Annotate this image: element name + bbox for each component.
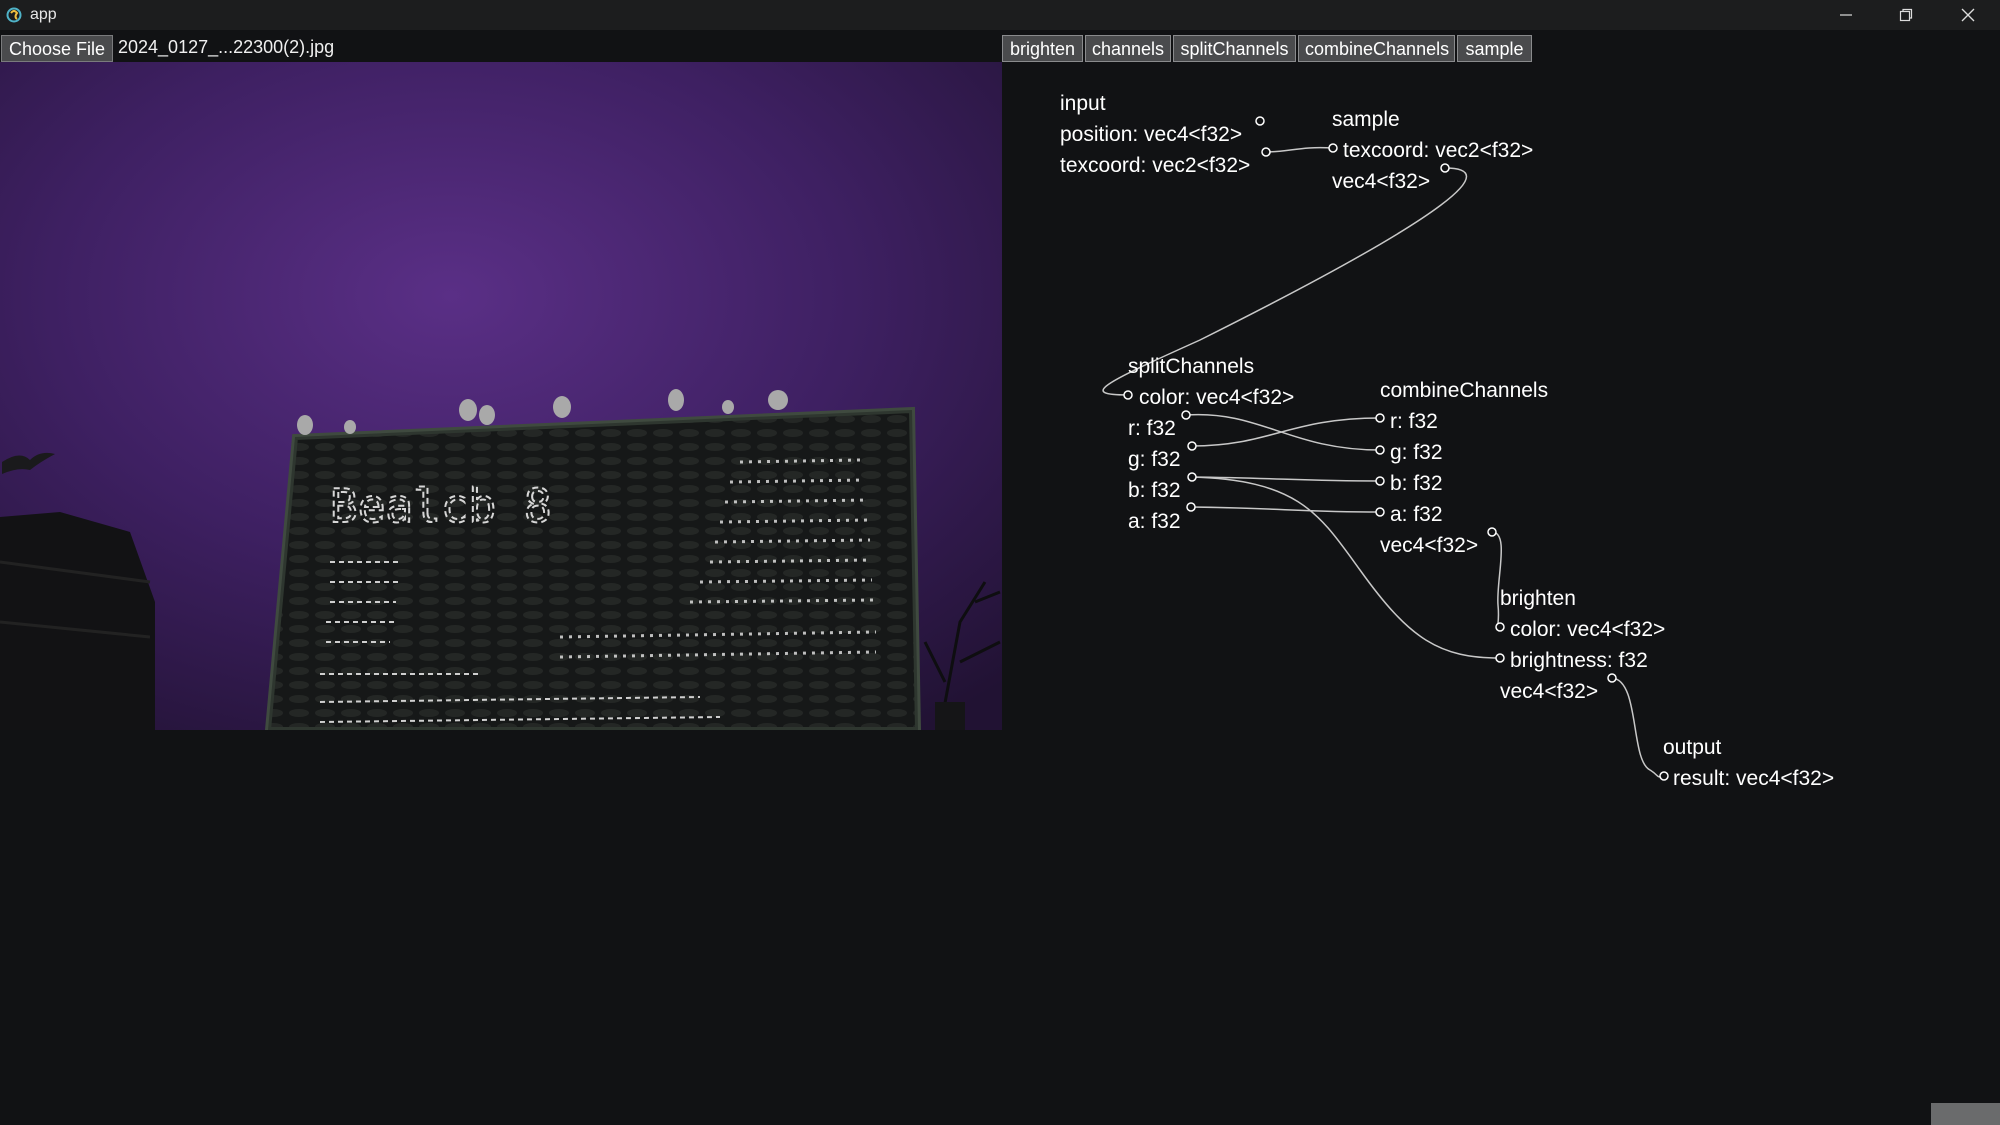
port-input-position [1255, 116, 1265, 126]
node-combinechannels-port-b[interactable]: b: f32 [1390, 472, 1443, 496]
minimize-button[interactable] [1816, 0, 1876, 30]
wire-split-b-to-brighten-brightness [1191, 476, 1501, 659]
add-splitchannels-button[interactable]: splitChannels [1173, 35, 1296, 62]
wire-input-to-sample [1265, 146, 1334, 153]
node-combinechannels-output[interactable]: vec4<f32> [1380, 534, 1478, 558]
port-split-a [1186, 502, 1196, 512]
add-channels-button[interactable]: channels [1085, 35, 1171, 62]
port-combine-out [1487, 527, 1497, 537]
port-combine-a [1375, 507, 1385, 517]
node-combinechannels-port-g[interactable]: g: f32 [1390, 441, 1443, 465]
port-input-texcoord [1261, 147, 1271, 157]
port-combine-g [1375, 445, 1385, 455]
restore-icon [1899, 8, 1913, 22]
node-splitchannels-port-color[interactable]: color: vec4<f32> [1139, 386, 1294, 410]
window-title: app [30, 6, 57, 23]
port-sample-texcoord-in [1328, 143, 1338, 153]
node-input-port-position[interactable]: position: vec4<f32> [1060, 123, 1242, 147]
node-combinechannels-title: combineChannels [1380, 379, 1549, 402]
add-combinechannels-button[interactable]: combineChannels [1298, 35, 1455, 62]
port-brighten-color [1495, 622, 1505, 632]
wire-split-b-to-combine-b [1191, 476, 1381, 482]
port-combine-b [1375, 476, 1385, 486]
node-splitchannels-title: splitChannels [1128, 355, 1255, 378]
node-input-port-texcoord[interactable]: texcoord: vec2<f32> [1060, 154, 1250, 178]
port-split-g [1187, 441, 1197, 451]
app-logo-icon [6, 7, 22, 23]
wire-brighten-to-output [1611, 677, 1665, 778]
node-splitchannels-port-a[interactable]: a: f32 [1128, 510, 1181, 534]
svg-text:Bealcb 8: Bealcb 8 [330, 479, 552, 533]
node-brighten-title: brighten [1500, 587, 1576, 610]
node-splitchannels-port-g[interactable]: g: f32 [1128, 448, 1181, 472]
node-sample-output[interactable]: vec4<f32> [1332, 170, 1430, 194]
choose-file-button[interactable]: Choose File [1, 35, 113, 62]
node-input-title: input [1060, 92, 1106, 115]
wire-split-r-to-combine-g [1185, 413, 1381, 451]
title-bar: app [0, 0, 2000, 30]
port-brighten-out [1607, 673, 1617, 683]
port-split-r [1181, 410, 1191, 420]
port-brighten-brightness [1495, 653, 1505, 663]
node-brighten-port-color[interactable]: color: vec4<f32> [1510, 618, 1665, 642]
port-sample-out [1440, 163, 1450, 173]
wire-split-g-to-combine-r [1191, 417, 1381, 447]
node-sample-title: sample [1332, 108, 1400, 131]
maximize-button[interactable] [1876, 0, 1936, 30]
add-sample-button[interactable]: sample [1457, 35, 1532, 62]
node-sample-port-texcoord[interactable]: texcoord: vec2<f32> [1343, 139, 1533, 163]
port-combine-r [1375, 413, 1385, 423]
node-splitchannels-port-r[interactable]: r: f32 [1128, 417, 1176, 441]
port-output-result [1659, 771, 1669, 781]
node-brighten-port-brightness[interactable]: brightness: f32 [1510, 649, 1648, 673]
wire-combine-to-brighten-color [1491, 531, 1503, 629]
port-split-color-in [1123, 390, 1133, 400]
port-split-b [1187, 472, 1197, 482]
node-splitchannels-port-b[interactable]: b: f32 [1128, 479, 1181, 503]
wire-split-a-to-combine-a [1190, 506, 1381, 513]
node-output-title: output [1663, 736, 1722, 759]
node-brighten-output[interactable]: vec4<f32> [1500, 680, 1598, 704]
close-button[interactable] [1938, 0, 1998, 30]
add-brighten-button[interactable]: brighten [1002, 35, 1083, 62]
node-combinechannels-port-r[interactable]: r: f32 [1390, 410, 1438, 434]
corner-overlay-badge [1931, 1103, 2000, 1125]
minimize-icon [1840, 14, 1852, 16]
node-combinechannels-port-a[interactable]: a: f32 [1390, 503, 1443, 527]
node-output-port-result[interactable]: result: vec4<f32> [1673, 767, 1834, 791]
selected-file-name: 2024_0127_...22300(2).jpg [118, 37, 335, 57]
preview-image: Bealcb 8 [0, 62, 1002, 730]
close-icon [1961, 8, 1975, 22]
